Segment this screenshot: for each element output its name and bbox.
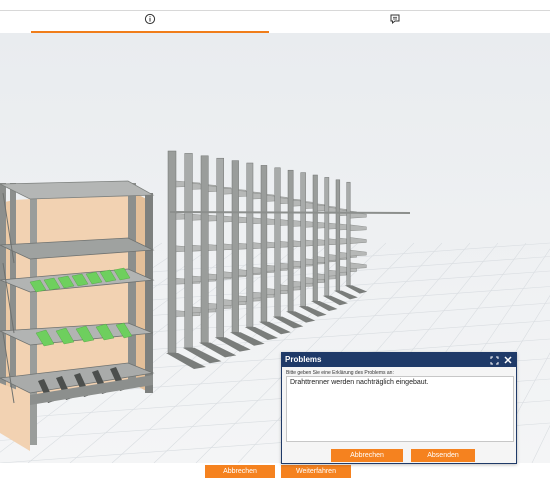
footer-bar: Abbrechen Weiterfahren [0, 463, 550, 480]
feedback-icon [390, 14, 400, 25]
cancel-button[interactable]: Abbrechen [205, 465, 275, 478]
problem-description-textarea[interactable]: Drahttrenner werden nachträglich eingeba… [286, 376, 514, 442]
tab-feedback[interactable] [276, 13, 514, 33]
dialog-cancel-button[interactable]: Abbrechen [331, 449, 403, 462]
expand-icon[interactable] [490, 356, 499, 365]
dialog-submit-button[interactable]: Absenden [411, 449, 475, 462]
top-tab-bar [0, 0, 550, 33]
top-divider [0, 10, 550, 11]
problems-dialog: Problems Bitte geben Sie eine Erklärung … [281, 352, 517, 464]
dialog-title: Problems [285, 355, 322, 364]
continue-button[interactable]: Weiterfahren [281, 465, 351, 478]
info-icon [144, 13, 156, 25]
close-icon[interactable] [504, 356, 512, 364]
tab-info[interactable] [31, 13, 269, 33]
dialog-header: Problems [282, 353, 516, 367]
dialog-instruction: Bitte geben Sie eine Erklärung des Probl… [286, 370, 394, 376]
